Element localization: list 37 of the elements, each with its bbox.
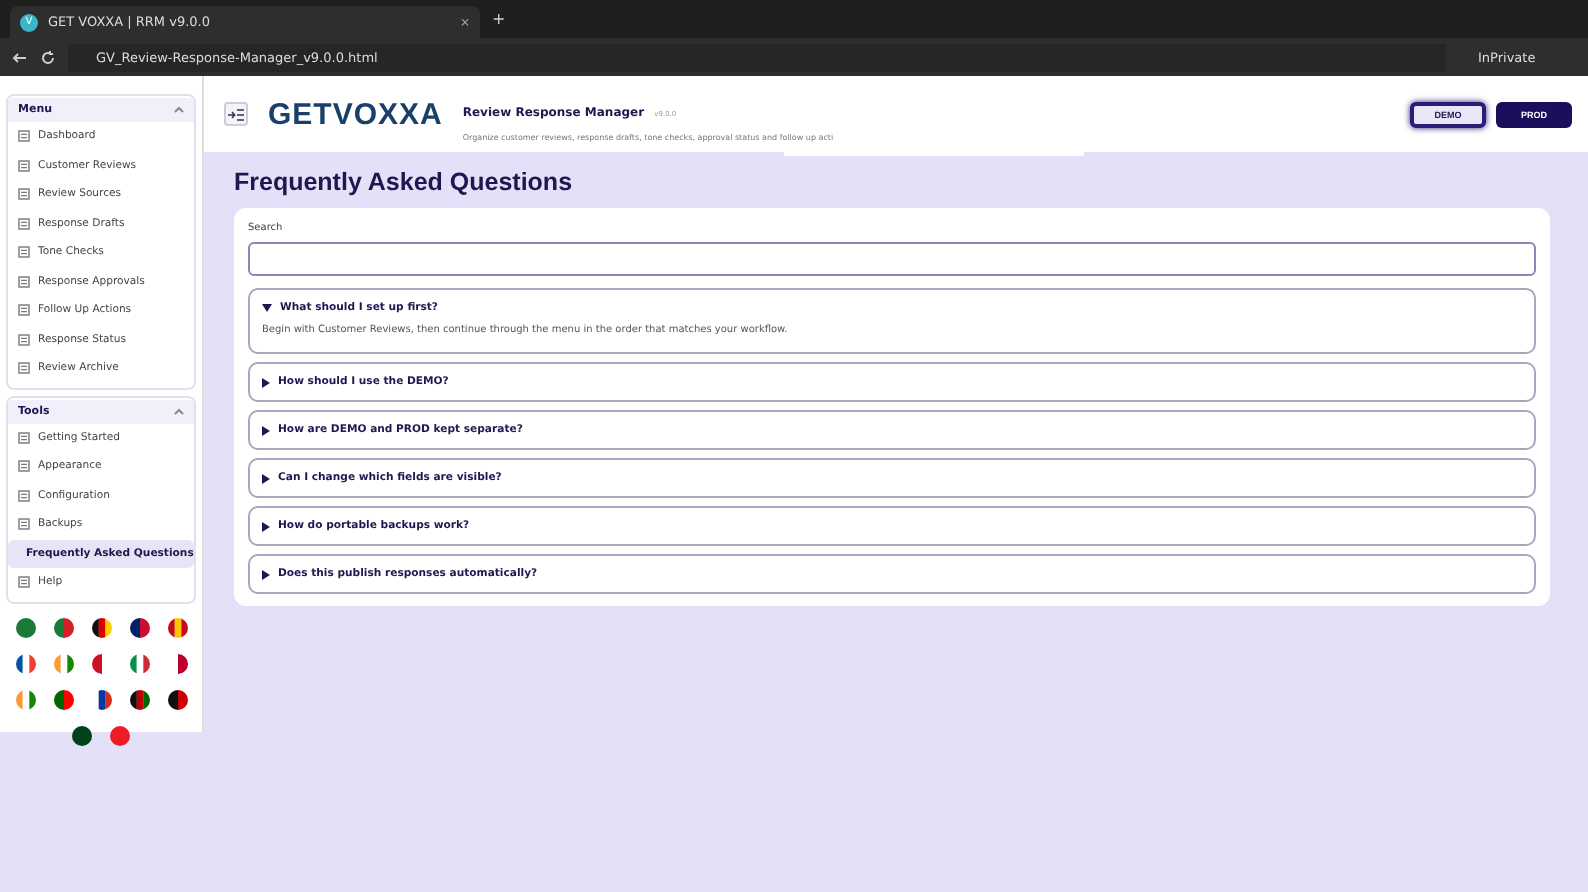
- disclosure-icon[interactable]: [262, 377, 270, 387]
- page-icon: [18, 246, 30, 259]
- page-title: Frequently Asked Questions: [234, 168, 575, 196]
- collapse-icon[interactable]: [174, 106, 184, 114]
- disclosure-icon[interactable]: [262, 425, 270, 435]
- page-icon: [18, 518, 30, 531]
- page-icon: [18, 304, 30, 317]
- logo: GETVOXXA: [268, 97, 443, 131]
- page-icon: [18, 188, 30, 201]
- page-icon: [18, 362, 30, 375]
- search-field[interactable]: [248, 242, 1536, 276]
- flag-icon[interactable]: [15, 653, 35, 673]
- new-tab-button[interactable]: +: [492, 10, 506, 28]
- page-icon: [18, 460, 30, 473]
- page-icon: [18, 275, 30, 288]
- page-icon: [18, 333, 30, 346]
- page-icon: [18, 489, 30, 502]
- collapse-icon[interactable]: [174, 407, 184, 415]
- flag-icon[interactable]: [53, 689, 73, 709]
- page-icon: [18, 576, 30, 589]
- refresh-icon[interactable]: [40, 49, 56, 65]
- disclosure-icon[interactable]: [262, 521, 270, 531]
- page-icon: [18, 130, 30, 143]
- disclosure-icon[interactable]: [262, 304, 272, 312]
- disclosure-icon[interactable]: [262, 569, 270, 579]
- back-icon[interactable]: [12, 49, 28, 65]
- flag-icon[interactable]: [129, 689, 149, 709]
- disclosure-icon[interactable]: [262, 473, 270, 483]
- flag-icon[interactable]: [129, 617, 149, 637]
- sidebar-toggle-button[interactable]: [224, 102, 248, 126]
- flag-icon[interactable]: [91, 617, 111, 637]
- page-icon: [18, 431, 30, 444]
- flag-icon[interactable]: [167, 689, 187, 709]
- page-icon: [18, 217, 30, 230]
- page-icon: [18, 159, 30, 172]
- flag-icon[interactable]: [72, 725, 92, 745]
- flag-icon[interactable]: [167, 617, 187, 637]
